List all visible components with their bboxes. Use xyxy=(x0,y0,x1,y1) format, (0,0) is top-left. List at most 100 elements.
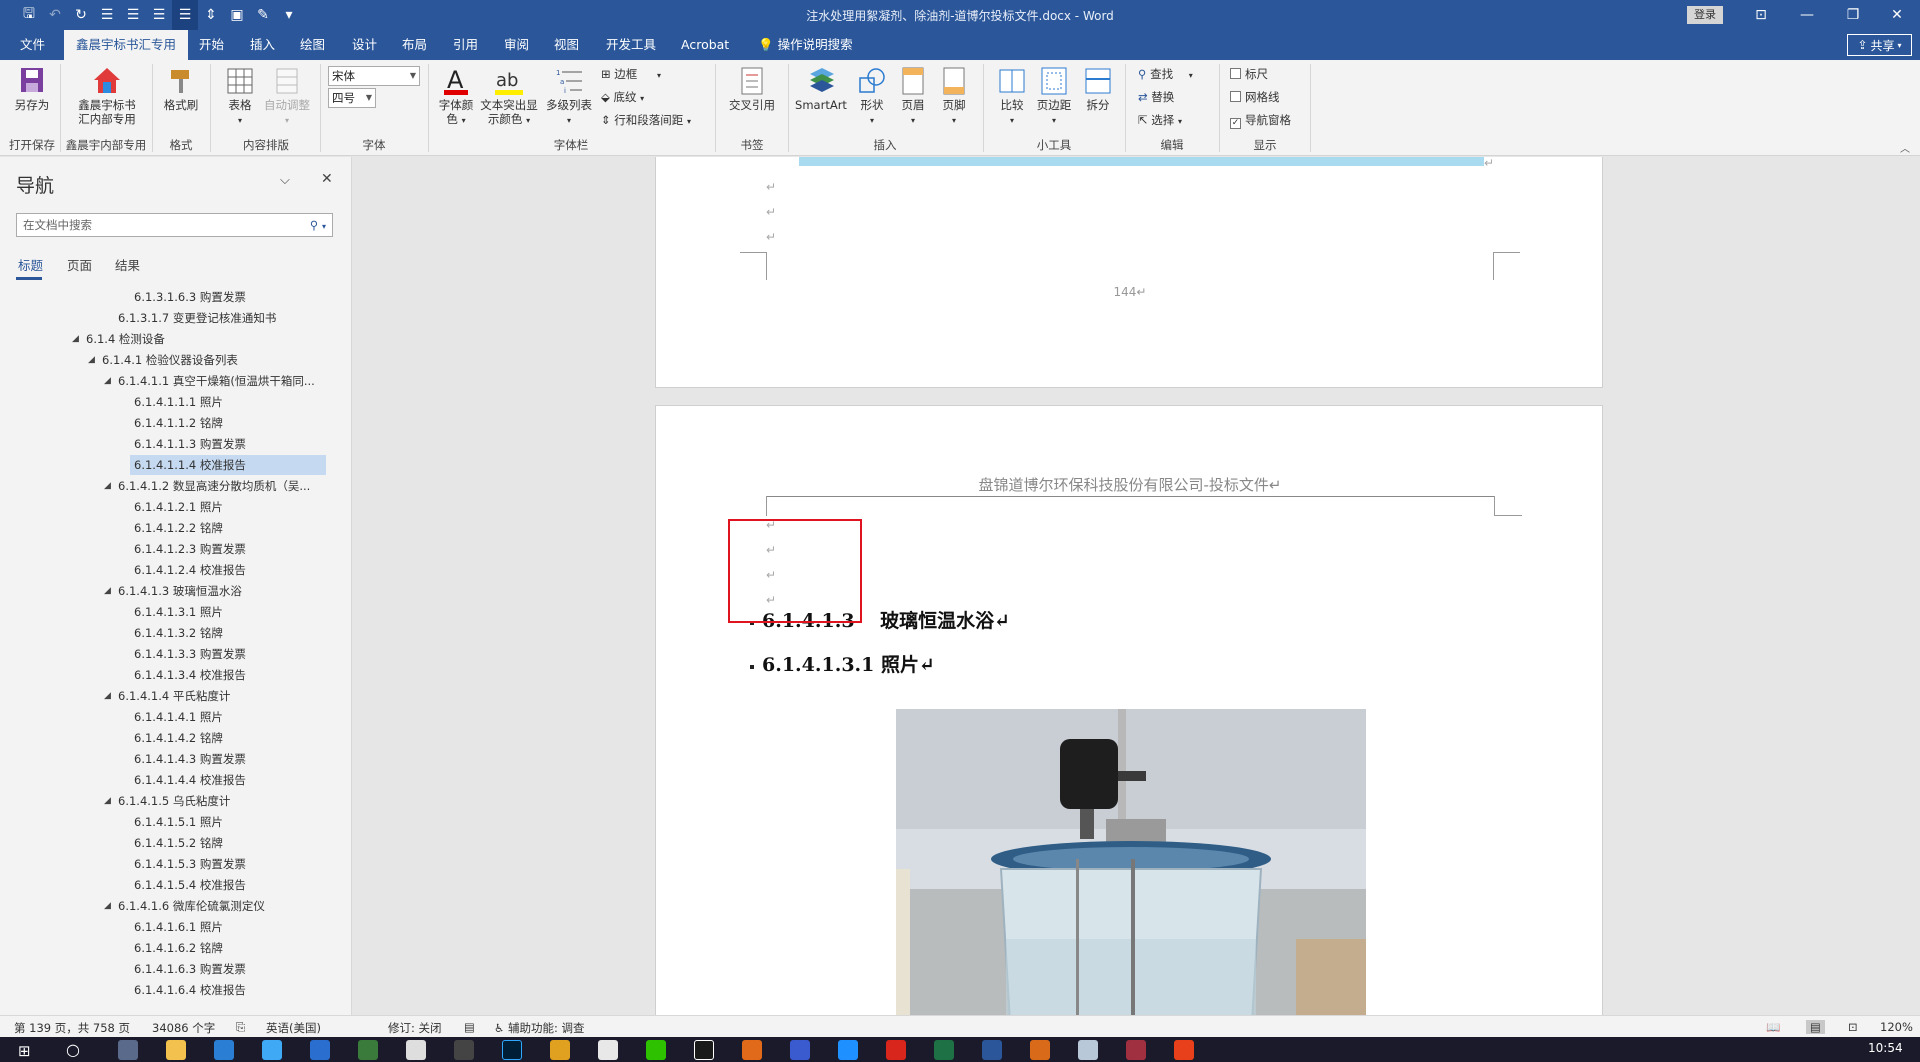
align-center-icon[interactable]: ☰ xyxy=(120,0,146,30)
nav-tree-item[interactable]: 6.1.4.1.3.1 照片 xyxy=(130,602,223,622)
nav-tree-item[interactable]: 6.1.4.1.1.1 照片 xyxy=(130,392,223,412)
nav-tree-item[interactable]: 6.1.4.1.1.2 铭牌 xyxy=(130,413,223,433)
photoshop-icon[interactable] xyxy=(502,1040,522,1060)
save-icon[interactable]: 🖫 xyxy=(16,0,42,30)
language[interactable]: 英语(美国) xyxy=(266,1020,321,1036)
save-as-icon[interactable]: ▣ xyxy=(224,0,250,30)
app-icon[interactable] xyxy=(310,1040,330,1060)
split-button[interactable]: 拆分 xyxy=(1080,66,1116,112)
highlight-button[interactable]: ab 文本突出显 示颜色 ▾ xyxy=(478,66,540,128)
xcy-button[interactable]: 鑫晨宇标书 汇内部专用 xyxy=(70,66,144,126)
track-changes-status[interactable]: 修订: 关闭 xyxy=(388,1020,442,1036)
tab-draw[interactable]: 绘图 xyxy=(300,30,325,60)
zoom-level[interactable]: 120% xyxy=(1880,1020,1913,1034)
nav-tree-item[interactable]: 6.1.4.1.6.2 铭牌 xyxy=(130,938,223,958)
app-icon[interactable] xyxy=(1078,1040,1098,1060)
border-button[interactable]: ⊞ 边框 ▾ xyxy=(601,66,661,84)
nav-tree-item[interactable]: 6.1.4.1.6 微库伦硫氯测定仪 xyxy=(114,896,265,916)
gridlines-checkbox[interactable]: 网格线 xyxy=(1230,89,1280,105)
align-right-icon[interactable]: ☰ xyxy=(146,0,172,30)
nav-tree-item[interactable]: 6.1.4.1.6.1 照片 xyxy=(130,917,223,937)
app-icon[interactable] xyxy=(838,1040,858,1060)
expand-collapse-icon[interactable]: ◢ xyxy=(104,586,111,596)
sogou-icon[interactable] xyxy=(1174,1040,1194,1060)
nav-tree-item[interactable]: 6.1.4.1.2.4 校准报告 xyxy=(130,560,246,580)
app-icon[interactable] xyxy=(1126,1040,1146,1060)
nav-search-input[interactable]: 在文档中搜索 ⚲ ▾ xyxy=(16,213,333,237)
table-button[interactable]: 表格 ▾ xyxy=(222,66,258,128)
nav-tree-item[interactable]: 6.1.4 检测设备 xyxy=(82,329,165,349)
nav-tree-item[interactable]: 6.1.4.1 检验仪器设备列表 xyxy=(98,350,238,370)
wechat-icon[interactable] xyxy=(646,1040,666,1060)
font-size-select[interactable]: 四号 ▼ xyxy=(328,88,376,108)
compare-button[interactable]: 比较 ▾ xyxy=(994,66,1030,128)
close-button[interactable]: ✕ xyxy=(1874,0,1920,30)
accessibility-status[interactable]: ♿ 辅助功能: 调查 xyxy=(494,1020,585,1036)
tab-references[interactable]: 引用 xyxy=(453,30,478,60)
word-icon[interactable] xyxy=(982,1040,1002,1060)
word-count[interactable]: 34086 个字 xyxy=(152,1020,215,1036)
collapse-ribbon-icon[interactable]: ︿ xyxy=(1900,140,1910,155)
format-painter-icon[interactable]: ✎ xyxy=(250,0,276,30)
format-painter-button[interactable]: 格式刷 xyxy=(160,66,202,112)
expand-collapse-icon[interactable]: ◢ xyxy=(104,901,111,911)
font-name-select[interactable]: 宋体 ▼ xyxy=(328,66,420,86)
tab-review[interactable]: 审阅 xyxy=(504,30,529,60)
tab-xcy[interactable]: 鑫晨宇标书汇专用 xyxy=(64,30,189,60)
page-count[interactable]: 第 139 页，共 758 页 xyxy=(14,1020,130,1036)
select-button[interactable]: ⇱ 选择 ▾ xyxy=(1138,112,1182,130)
nav-tree-item[interactable]: 6.1.4.1.5.2 铭牌 xyxy=(130,833,223,853)
nav-tree-item[interactable]: 6.1.4.1.6.3 购置发票 xyxy=(130,959,246,979)
margins-button[interactable]: 页边距 ▾ xyxy=(1034,66,1074,128)
font-color-button[interactable]: A 字体颜色 ▾ xyxy=(436,66,476,128)
tell-me-search[interactable]: 💡 操作说明搜索 xyxy=(758,30,853,60)
tab-developer[interactable]: 开发工具 xyxy=(606,30,656,60)
close-icon[interactable]: ✕ xyxy=(321,171,333,187)
shading-button[interactable]: ⬙ 底纹 ▾ xyxy=(601,89,644,107)
app-icon[interactable] xyxy=(406,1040,426,1060)
expand-collapse-icon[interactable]: ◢ xyxy=(72,334,79,344)
nav-tree-item[interactable]: 6.1.4.1.2.3 购置发票 xyxy=(130,539,246,559)
justify-icon[interactable]: ☰ xyxy=(172,0,198,30)
nav-tree-item[interactable]: 6.1.4.1.4 平氏粘度计 xyxy=(114,686,230,706)
calculator-icon[interactable] xyxy=(118,1040,138,1060)
smartart-button[interactable]: SmartArt xyxy=(793,66,849,112)
expand-collapse-icon[interactable]: ◢ xyxy=(104,481,111,491)
qq-icon[interactable] xyxy=(694,1040,714,1060)
tab-view[interactable]: 视图 xyxy=(554,30,579,60)
footer-button[interactable]: 页脚 ▾ xyxy=(936,66,972,128)
share-button[interactable]: ⇪ 共享 ▾ xyxy=(1847,34,1912,56)
multilevel-list-button[interactable]: 1ai 多级列表 ▾ xyxy=(543,66,595,128)
tab-file[interactable]: 文件 xyxy=(20,30,45,60)
tab-design[interactable]: 设计 xyxy=(352,30,377,60)
nav-tree-item[interactable]: 6.1.4.1.1.3 购置发票 xyxy=(130,434,246,454)
print-layout-icon[interactable]: ▤ xyxy=(1806,1020,1825,1034)
explorer-icon[interactable] xyxy=(166,1040,186,1060)
restore-button[interactable]: ❐ xyxy=(1830,0,1876,30)
nav-tree-item[interactable]: 6.1.4.1.6.4 校准报告 xyxy=(130,980,246,1000)
read-mode-icon[interactable]: 📖 xyxy=(1766,1020,1780,1034)
nav-tab-results[interactable]: 结果 xyxy=(115,255,140,274)
excel-icon[interactable] xyxy=(934,1040,954,1060)
header-button[interactable]: 页眉 ▾ xyxy=(895,66,931,128)
nav-tree-item[interactable]: 6.1.4.1.2.2 铭牌 xyxy=(130,518,223,538)
app-icon[interactable] xyxy=(262,1040,282,1060)
app-icon[interactable] xyxy=(790,1040,810,1060)
line-spacing-icon[interactable]: ⇕ xyxy=(198,0,224,30)
search-icon[interactable]: ○ xyxy=(66,1040,80,1059)
minimize-button[interactable]: — xyxy=(1784,0,1830,30)
nav-tree-item[interactable]: 6.1.4.1.3.4 校准报告 xyxy=(130,665,246,685)
taskbar-clock[interactable]: 10:54 xyxy=(1868,1041,1903,1055)
nav-tree-item[interactable]: 6.1.4.1.3 玻璃恒温水浴 xyxy=(114,581,242,601)
nav-tree-item[interactable]: 6.1.4.1.4.4 校准报告 xyxy=(130,770,246,790)
navigation-pane-checkbox[interactable]: ✓ 导航窗格 xyxy=(1230,112,1291,129)
app-icon[interactable] xyxy=(454,1040,474,1060)
line-spacing-button[interactable]: ⇕ 行和段落间距 ▾ xyxy=(601,112,691,130)
cross-reference-button[interactable]: 交叉引用 xyxy=(722,66,782,112)
replace-button[interactable]: ⇄ 替换 xyxy=(1138,89,1174,105)
acrobat-icon[interactable] xyxy=(886,1040,906,1060)
tab-home[interactable]: 开始 xyxy=(199,30,224,60)
heading-level-6[interactable]: 6.1.4.1.3.1 照片↵ xyxy=(762,650,935,677)
expand-collapse-icon[interactable]: ◢ xyxy=(104,796,111,806)
nav-tree-item[interactable]: 6.1.4.1.4.1 照片 xyxy=(130,707,223,727)
